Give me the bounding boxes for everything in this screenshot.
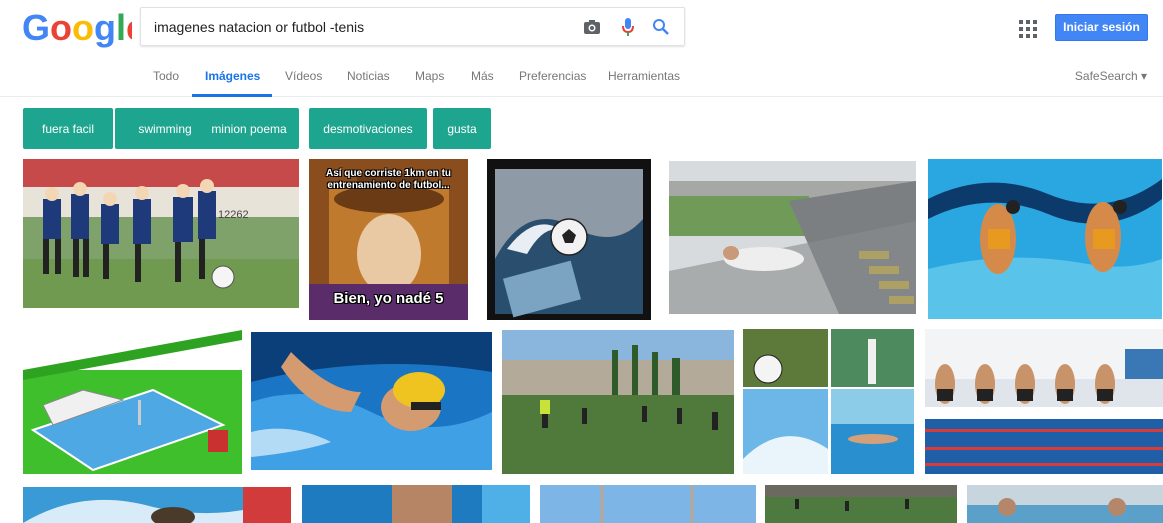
image-result-amateur-football[interactable]	[502, 330, 734, 474]
chip-desmotivaciones[interactable]: desmotivaciones	[309, 108, 427, 149]
google-logo[interactable]: Google	[22, 8, 132, 48]
kids-sign-number: 12262	[218, 209, 249, 221]
image-result-indoor-pool[interactable]	[967, 485, 1163, 523]
tab-mas[interactable]: Más	[471, 69, 494, 83]
tab-noticias[interactable]: Noticias	[347, 69, 390, 83]
tab-imagenes[interactable]: Imágenes	[205, 69, 260, 83]
search-box[interactable]	[140, 7, 685, 46]
chip-minion-poema[interactable]: minion poema	[199, 108, 299, 149]
active-tab-indicator	[192, 94, 272, 97]
tab-videos[interactable]: Vídeos	[285, 69, 322, 83]
tab-todo[interactable]: Todo	[153, 69, 179, 83]
tab-herramientas[interactable]: Herramientas	[608, 69, 680, 83]
svg-text:Google: Google	[22, 8, 132, 48]
image-result-sports-collage[interactable]	[743, 329, 914, 474]
chip-fuera-facil[interactable]: fuera facil	[23, 108, 113, 149]
image-result-stadium-dive[interactable]	[669, 161, 916, 314]
image-result-football-pitch[interactable]	[765, 485, 957, 523]
camera-icon[interactable]	[582, 17, 602, 37]
image-result-synchro-swimmers[interactable]	[928, 159, 1162, 319]
image-result-wonka-meme[interactable]: Así que corriste 1km en tu entrenamiento…	[309, 159, 468, 320]
search-input[interactable]	[154, 8, 574, 45]
image-result-freestyle-swimmer[interactable]	[251, 332, 492, 470]
apps-grid-icon[interactable]	[1019, 20, 1037, 38]
image-result-swim-race-start[interactable]	[925, 329, 1163, 474]
microphone-icon[interactable]	[618, 17, 638, 37]
image-result-pool-pitch-cartoon[interactable]	[23, 330, 242, 474]
safesearch-toggle[interactable]: SafeSearch ▾	[1075, 69, 1147, 83]
search-icon[interactable]	[651, 17, 671, 37]
image-result-kids-football[interactable]: 12262	[23, 159, 299, 308]
meme-top-caption: Así que corriste 1km en tu entrenamiento…	[325, 168, 452, 191]
image-result-splash-swimmer[interactable]	[23, 487, 291, 523]
image-result-underwater-swim[interactable]	[302, 485, 530, 523]
header: Google Iniciar sesión Todo Imágenes Víde…	[0, 0, 1163, 97]
signin-button[interactable]: Iniciar sesión	[1055, 14, 1148, 41]
image-result-ball-wave[interactable]	[487, 159, 651, 320]
nav-tabs: Todo Imágenes Vídeos Noticias Maps Más P…	[0, 66, 1163, 97]
image-result-sky-field[interactable]	[540, 485, 756, 523]
chip-gusta[interactable]: gusta	[433, 108, 491, 149]
meme-bottom-caption: Bien, yo nadé 5	[333, 290, 444, 307]
tab-maps[interactable]: Maps	[415, 69, 444, 83]
tab-preferencias[interactable]: Preferencias	[519, 69, 586, 83]
